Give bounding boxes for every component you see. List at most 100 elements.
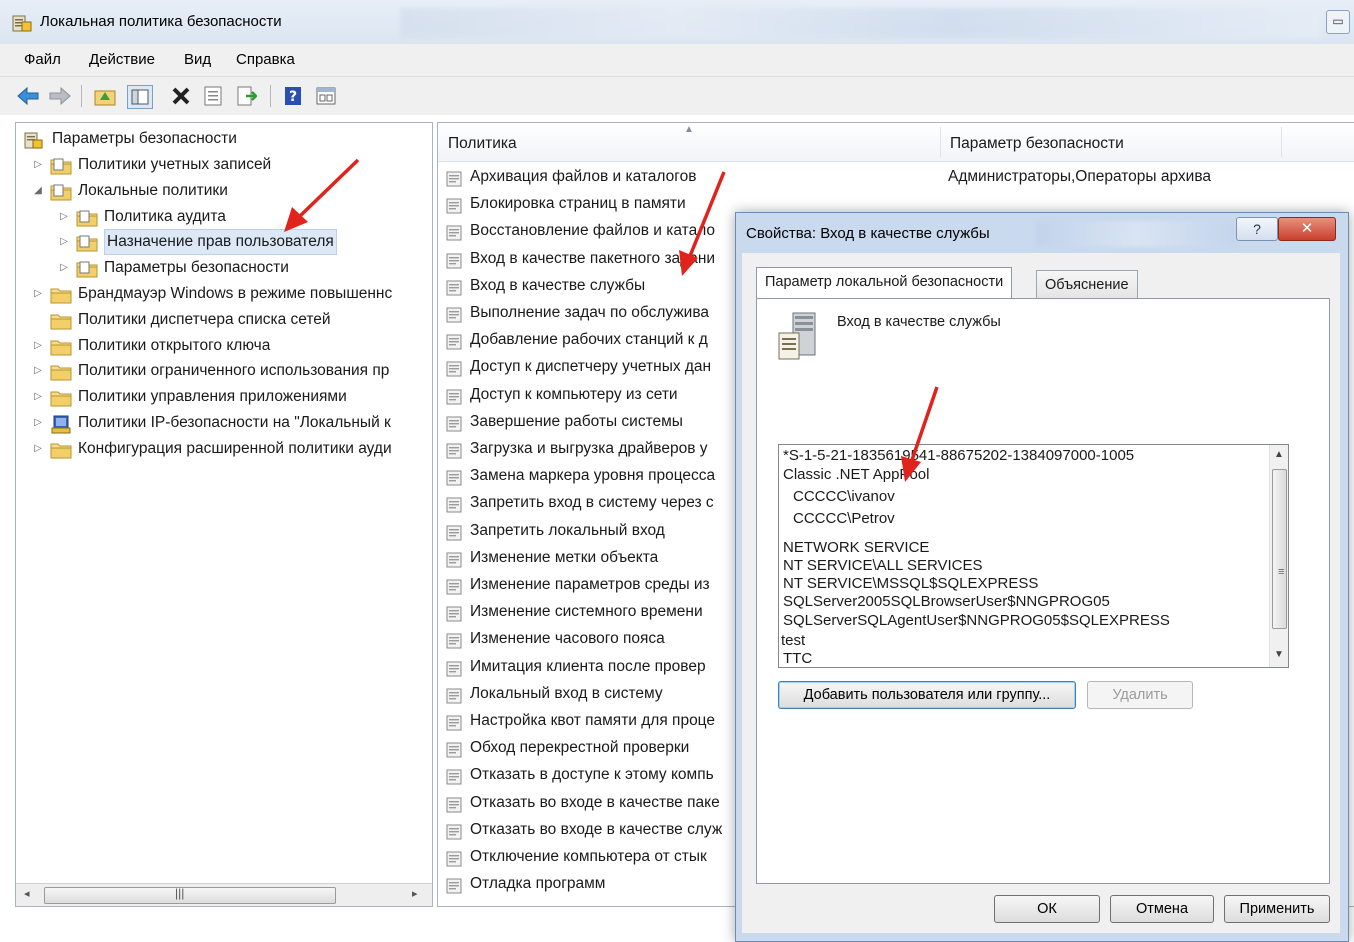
policy-name-cell: Выполнение задач по обслужива [470,304,710,321]
delete-icon[interactable] [169,85,193,107]
show-hide-tree-icon[interactable] [127,85,153,109]
account-item[interactable]: NT SERVICE\ALL SERVICES [783,557,983,575]
policy-name-cell: Загрузка и выгрузка драйверов у [470,440,708,457]
account-item[interactable]: TTC [783,650,812,667]
scroll-thumb[interactable]: ||| [44,886,336,904]
policy-icon [446,849,462,876]
scroll-down-arrow-icon[interactable]: ▼ [1274,649,1284,660]
properties-icon[interactable] [201,85,225,107]
apply-button[interactable]: Применить [1224,895,1330,923]
menu-file[interactable]: Файл [24,51,61,68]
policy-icon [446,305,462,332]
policy-name-cell: Вход в качестве службы [470,276,646,294]
tab-explain[interactable]: Объяснение [1036,270,1138,300]
scroll-up-arrow-icon[interactable]: ▲ [1274,449,1284,460]
dialog-title: Свойства: Вход в качестве службы [746,225,990,242]
account-item[interactable]: NETWORK SERVICE [783,539,929,557]
account-item[interactable]: NT SERVICE\MSSQL$SQLEXPRESS [783,575,1038,593]
menu-help[interactable]: Справка [236,51,295,68]
cancel-button[interactable]: Отмена [1110,895,1214,923]
dialog-help-button[interactable]: ? [1236,217,1278,241]
remove-button[interactable]: Удалить [1087,681,1193,709]
tree-horizontal-scrollbar[interactable]: ◂ ||| ▸ [16,883,432,906]
policy-name: Вход в качестве службы [837,314,1001,330]
policy-icon [446,196,462,223]
policy-icon [446,631,462,658]
folder-icon [76,209,98,235]
properties-dialog: Свойства: Вход в качестве службы ? ✕ Пар… [735,212,1349,942]
add-user-or-group-button[interactable]: Добавить пользователя или группу... [778,681,1076,709]
tree-item-label: Политики учетных записей [78,156,272,173]
minimize-button[interactable]: ▭ [1326,10,1350,34]
collapse-arrow-icon[interactable]: ◢ [32,179,44,203]
tab-local-security-setting[interactable]: Параметр локальной безопасности [756,267,1013,300]
expand-arrow-icon[interactable]: ▷ [32,153,44,177]
dialog-close-button[interactable]: ✕ [1278,217,1336,241]
accounts-listbox[interactable]: *S-1-5-21-1835619541-88675202-1384097000… [778,444,1289,668]
account-item[interactable]: test [781,632,805,650]
policy-name-cell: Добавление рабочих станций к д [470,331,708,349]
policy-icon [446,767,462,794]
policy-name-cell: Изменение метки объекта [470,548,659,566]
account-item[interactable]: *S-1-5-21-1835619541-88675202-1384097000… [783,447,1134,465]
tree-item-label: Параметры безопасности [104,259,289,277]
accounts-vertical-scrollbar[interactable]: ▲ ≡ ▼ [1269,445,1288,667]
scroll-right-arrow-icon[interactable]: ▸ [412,887,418,900]
account-item[interactable]: CCCCC\Petrov [793,510,895,528]
account-item[interactable]: SQLServer2005SQLBrowserUser$NNGPROG05 [783,593,1110,611]
account-item[interactable]: Classic .NET AppPool [783,466,929,484]
scroll-thumb[interactable]: ≡ [1272,469,1287,629]
policy-icon [446,713,462,740]
expand-arrow-icon[interactable]: ▷ [32,359,44,383]
console-view-icon[interactable] [314,85,338,107]
folder-icon [76,234,98,260]
column-divider[interactable] [1281,127,1282,157]
expand-arrow-icon[interactable]: ▷ [32,385,44,409]
expand-arrow-icon[interactable]: ▷ [58,205,70,229]
column-header-policy[interactable]: Политика [448,135,517,153]
tree-item-label: Политики диспетчера списка сетей [78,310,331,328]
menu-view[interactable]: Вид [184,51,211,68]
menu-action[interactable]: Действие [89,51,155,68]
help-icon[interactable]: ? [281,85,305,107]
policy-name-cell: Отказать в доступе к этому компь [470,766,714,784]
up-folder-icon[interactable] [93,85,117,107]
policy-icon [446,876,462,903]
expand-arrow-icon[interactable]: ▷ [58,230,70,254]
expand-arrow-icon[interactable]: ▷ [32,411,44,435]
policy-icon [446,822,462,849]
expand-arrow-icon[interactable]: ▷ [32,437,44,461]
forward-arrow-icon[interactable] [48,85,72,107]
console-tree[interactable]: Параметры безопасности ▷ Политики учетных… [15,122,433,907]
back-arrow-icon[interactable] [16,85,40,107]
policy-icon [446,604,462,631]
policy-name-cell: Настройка квот памяти для проце [470,712,716,729]
account-item[interactable]: SQLServerSQLAgentUser$NNGPROG05$SQLEXPRE… [783,612,1170,630]
scroll-left-arrow-icon[interactable]: ◂ [24,887,30,900]
policy-name-cell: Отказать во входе в качестве служ [470,820,723,838]
account-item[interactable]: CCCCC\ivanov [793,488,895,506]
expand-arrow-icon[interactable]: ▷ [32,282,44,306]
folder-icon [50,389,72,415]
column-divider[interactable] [940,127,941,157]
policy-icon [446,441,462,468]
ipsec-policy-icon [50,415,72,443]
blurred-background [1036,221,1236,247]
policy-icon [446,795,462,822]
sort-ascending-icon: ▲ [684,124,694,135]
ok-button[interactable]: ОК [994,895,1100,923]
tree-item-label: Политики открытого ключа [78,336,271,354]
expand-arrow-icon[interactable]: ▷ [32,334,44,358]
column-header-setting[interactable]: Параметр безопасности [950,135,1124,153]
folder-icon [50,312,72,338]
expand-arrow-icon[interactable]: ▷ [58,256,70,280]
policy-icon [446,740,462,767]
export-list-icon[interactable] [235,85,259,107]
policy-name-cell: Имитация клиента после провер [470,657,706,675]
folder-icon [50,157,72,183]
tree-item-label: Локальные политики [78,181,228,199]
menu-bar: Файл Действие Вид Справка [0,44,1354,77]
scroll-grip: ||| [175,886,185,900]
folder-icon [50,441,72,467]
tree-item-label: Политики ограниченного использования пр [78,362,390,380]
